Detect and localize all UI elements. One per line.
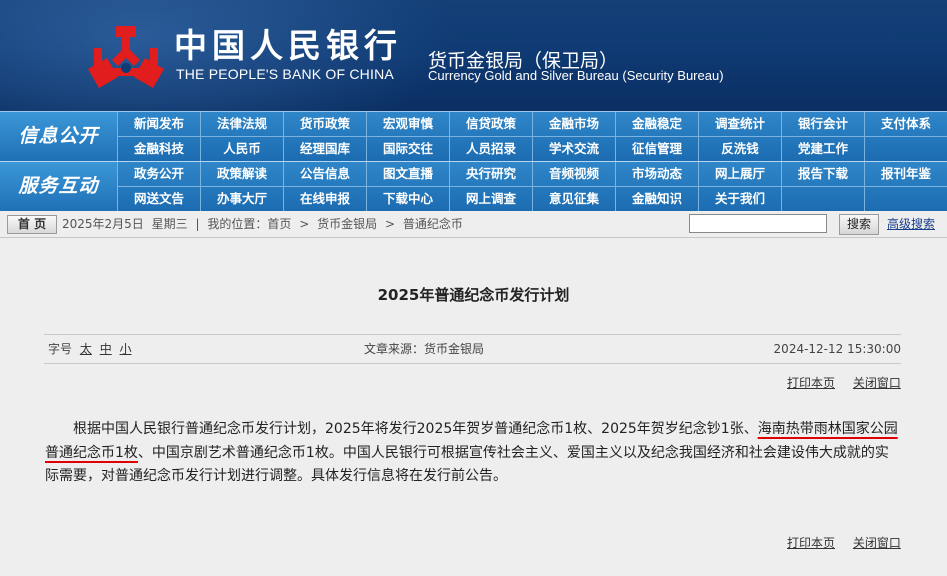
font-size-label: 字号 [48, 342, 73, 356]
breadcrumb: 首 页 2025年2月5日 星期三 | 我的位置：首页 > 货币金银局 > 普通… [0, 211, 947, 238]
breadcrumb-level-1[interactable]: 货币金银局 [317, 217, 377, 231]
print-page-link[interactable]: 打印本页 [787, 536, 835, 550]
nav-item-laws[interactable]: 法律法规 [200, 112, 283, 136]
nav-item-credit-reference[interactable]: 征信管理 [615, 137, 698, 161]
nav-item-bank-accounting[interactable]: 银行会计 [781, 112, 864, 136]
font-size-medium-link[interactable]: 中 [100, 342, 112, 356]
article-source: 文章来源：货币金银局 [364, 342, 485, 356]
current-date: 2025年2月5日 [62, 217, 144, 231]
breadcrumb-level-2[interactable]: 普通纪念币 [403, 217, 463, 231]
nav-item-news[interactable]: 新闻发布 [117, 112, 200, 136]
nav-item-empty [864, 137, 947, 161]
nav-item-party-building[interactable]: 党建工作 [781, 137, 864, 161]
font-size-large-link[interactable]: 太 [80, 342, 92, 356]
nav-item-recruitment[interactable]: 人员招录 [449, 137, 532, 161]
nav-item-rmb[interactable]: 人民币 [200, 137, 283, 161]
nav-info-row-2: 金融科技 人民币 经理国库 国际交往 人员招录 学术交流 征信管理 反洗钱 党建… [117, 136, 947, 161]
breadcrumb-separator: | [195, 217, 200, 231]
breadcrumb-arrow: > [299, 217, 310, 231]
nav-service-row-2: 网送文告 办事大厅 在线申报 下载中心 网上调查 意见征集 金融知识 关于我们 [117, 186, 947, 211]
nav-item-gov-affairs[interactable]: 政务公开 [117, 162, 200, 186]
nav-service-interaction: 服务互动 政务公开 政策解读 公告信息 图文直播 央行研究 音频视频 市场动态 … [0, 161, 947, 211]
nav-item-media[interactable]: 音频视频 [532, 162, 615, 186]
nav-item-notices[interactable]: 网送文告 [117, 187, 200, 211]
nav-item-credit-policy[interactable]: 信贷政策 [449, 112, 532, 136]
nav-item-treasury[interactable]: 经理国库 [283, 137, 366, 161]
nav-item-yearbook[interactable]: 报刊年鉴 [864, 162, 947, 186]
nav-item-macroprudential[interactable]: 宏观审慎 [366, 112, 449, 136]
nav-item-financial-stability[interactable]: 金融稳定 [615, 112, 698, 136]
nav-item-online-filing[interactable]: 在线申报 [283, 187, 366, 211]
breadcrumb-location[interactable]: 我的位置：首页 [207, 217, 291, 231]
nav-item-announcements[interactable]: 公告信息 [283, 162, 366, 186]
nav-item-online-survey[interactable]: 网上调查 [449, 187, 532, 211]
bureau-name-en: Currency Gold and Silver Bureau (Securit… [428, 68, 724, 83]
close-window-link[interactable]: 关闭窗口 [853, 376, 901, 390]
nav-item-about-us[interactable]: 关于我们 [698, 187, 781, 211]
nav-info-title: 信息公开 [0, 112, 117, 161]
pboc-logo-icon[interactable] [88, 24, 164, 88]
top-action-links: 打印本页 关闭窗口 [773, 374, 901, 391]
breadcrumb-arrow: > [384, 217, 395, 231]
article-title: 2025年普通纪念币发行计划 [377, 286, 570, 304]
nav-info-disclosure: 信息公开 新闻发布 法律法规 货币政策 宏观审慎 信贷政策 金融市场 金融稳定 … [0, 111, 947, 161]
advanced-search-link[interactable]: 高级搜索 [887, 211, 935, 237]
nav-item-anti-money-laundering[interactable]: 反洗钱 [698, 137, 781, 161]
search-button[interactable]: 搜索 [839, 214, 879, 235]
search-input[interactable] [689, 214, 827, 233]
nav-item-report-download[interactable]: 报告下载 [781, 162, 864, 186]
nav-item-live-broadcast[interactable]: 图文直播 [366, 162, 449, 186]
bank-name-cn: 中国人民银行 [174, 26, 402, 65]
body-text-part-2: 、中国京剧艺术普通纪念币1枚。中国人民银行可根据宣传社会主义、爱国主义以及纪念我… [45, 444, 889, 485]
nav-service-title: 服务互动 [0, 162, 117, 211]
nav-item-service-hall[interactable]: 办事大厅 [200, 187, 283, 211]
font-size-control: 字号 太 中 小 [48, 335, 132, 363]
nav-item-download-center[interactable]: 下载中心 [366, 187, 449, 211]
nav-info-row-1: 新闻发布 法律法规 货币政策 宏观审慎 信贷政策 金融市场 金融稳定 调查统计 … [117, 112, 947, 136]
nav-item-empty [781, 187, 864, 211]
nav-item-financial-market[interactable]: 金融市场 [532, 112, 615, 136]
breadcrumb-text: 2025年2月5日 星期三 | 我的位置：首页 > 货币金银局 > 普通纪念币 [62, 211, 467, 237]
nav-item-research[interactable]: 央行研究 [449, 162, 532, 186]
nav-item-academic[interactable]: 学术交流 [532, 137, 615, 161]
site-header: 中国人民银行 THE PEOPLE'S BANK OF CHINA 货币金银局（… [0, 0, 947, 111]
nav-item-statistics[interactable]: 调查统计 [698, 112, 781, 136]
nav-service-row-1: 政务公开 政策解读 公告信息 图文直播 央行研究 音频视频 市场动态 网上展厅 … [117, 162, 947, 186]
current-weekday: 星期三 [151, 217, 188, 231]
nav-item-international[interactable]: 国际交往 [366, 137, 449, 161]
article-body: 根据中国人民银行普通纪念币发行计划，2025年将发行2025年贺岁普通纪念币1枚… [45, 418, 900, 489]
nav-item-opinion-collection[interactable]: 意见征集 [532, 187, 615, 211]
home-button[interactable]: 首 页 [7, 215, 57, 234]
nav-item-online-exhibition[interactable]: 网上展厅 [698, 162, 781, 186]
bank-name-en: THE PEOPLE'S BANK OF CHINA [176, 66, 394, 82]
nav-item-monetary-policy[interactable]: 货币政策 [283, 112, 366, 136]
print-page-link[interactable]: 打印本页 [787, 376, 835, 390]
bottom-action-links: 打印本页 关闭窗口 [773, 534, 901, 551]
nav-item-financial-knowledge[interactable]: 金融知识 [615, 187, 698, 211]
article-date: 2024-12-12 15:30:00 [773, 342, 901, 356]
nav-item-payment-system[interactable]: 支付体系 [864, 112, 947, 136]
article-meta-bar: 字号 太 中 小 文章来源：货币金银局 2024-12-12 15:30:00 [44, 334, 901, 364]
close-window-link[interactable]: 关闭窗口 [853, 536, 901, 550]
nav-item-fintech[interactable]: 金融科技 [117, 137, 200, 161]
font-size-small-link[interactable]: 小 [120, 342, 132, 356]
nav-item-empty [864, 187, 947, 211]
body-text-part-1: 根据中国人民银行普通纪念币发行计划，2025年将发行2025年贺岁普通纪念币1枚… [73, 421, 758, 437]
nav-item-policy-interpretation[interactable]: 政策解读 [200, 162, 283, 186]
nav-item-market-dynamics[interactable]: 市场动态 [615, 162, 698, 186]
